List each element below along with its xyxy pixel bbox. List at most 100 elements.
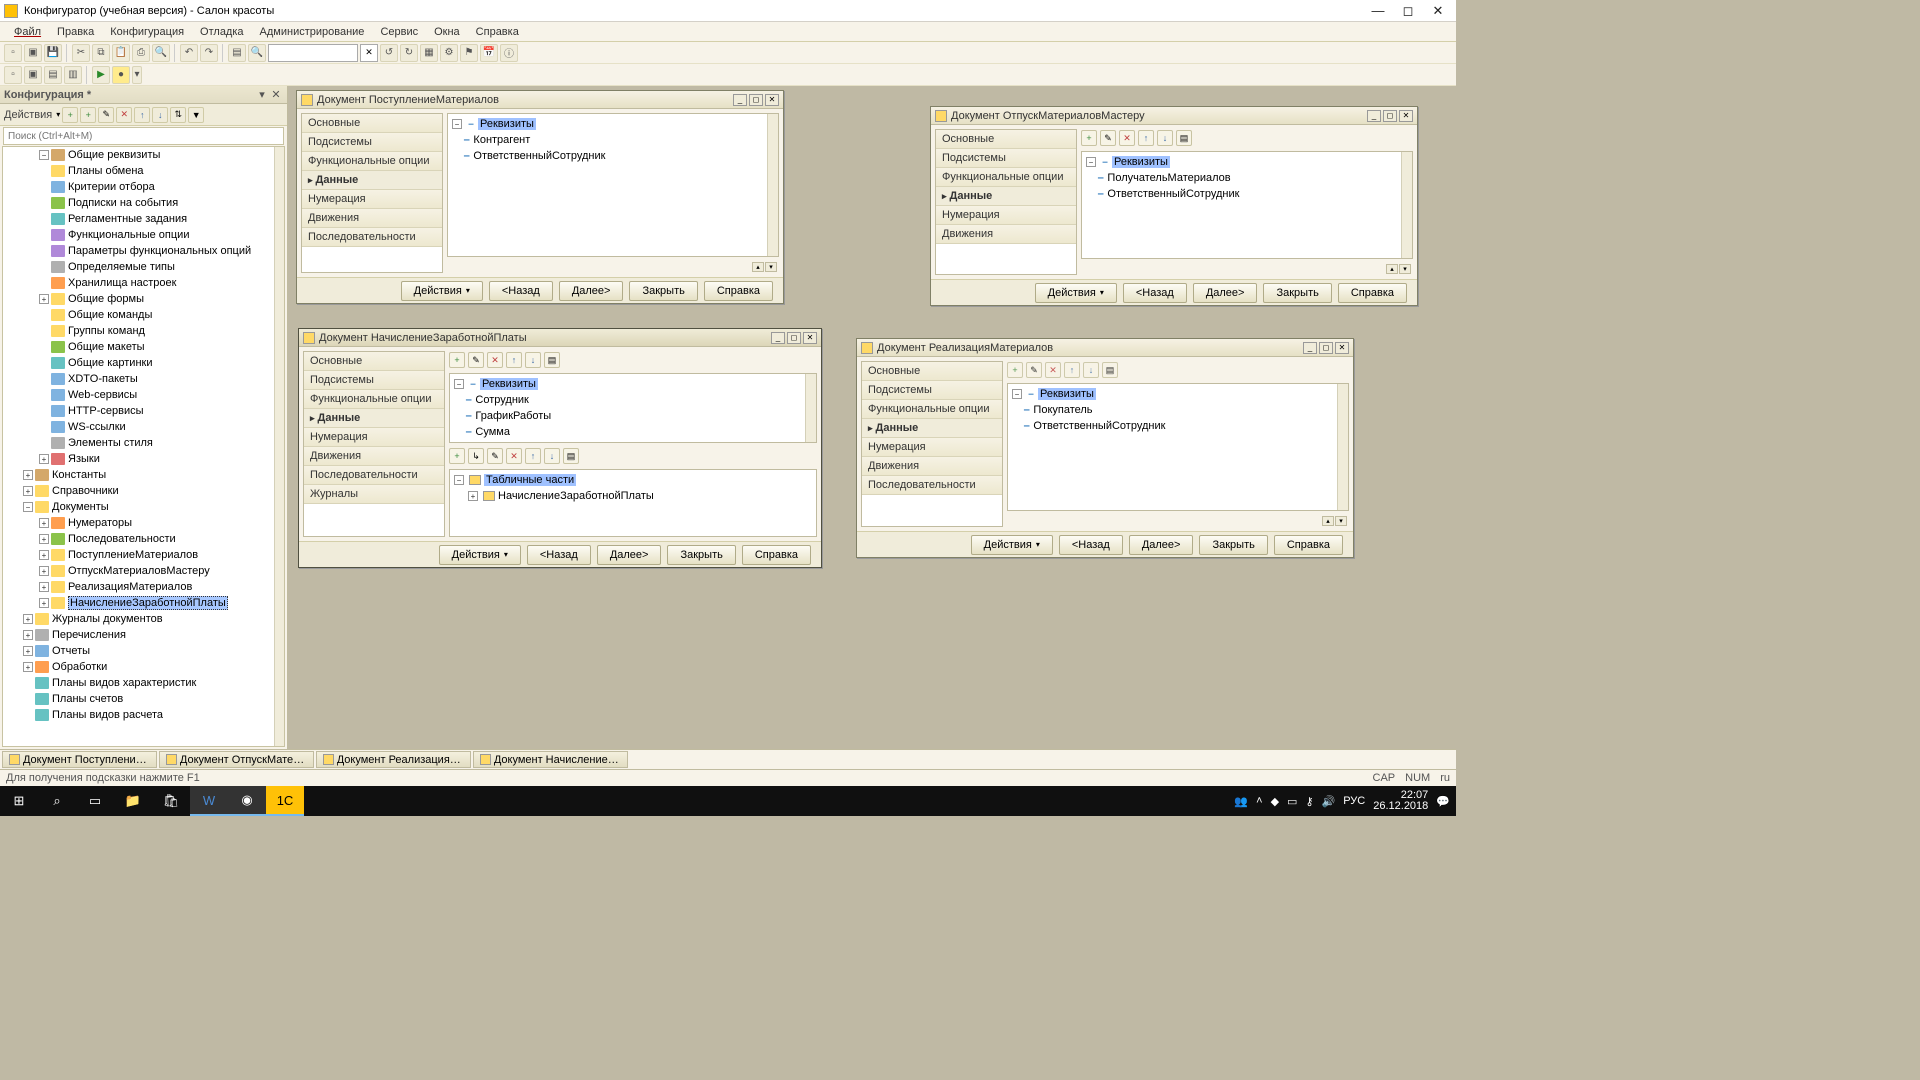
tb-search-clear-icon[interactable]: ✕ (360, 44, 378, 62)
foot-help-button[interactable]: Справка (1338, 283, 1407, 303)
foot-close-button[interactable]: Закрыть (1263, 283, 1331, 303)
child-max-icon[interactable]: ◻ (1319, 342, 1333, 354)
child-min-icon[interactable]: _ (771, 332, 785, 344)
attr-item[interactable]: ПолучательМатериалов (1098, 172, 1231, 184)
start-button[interactable]: ⊞ (0, 786, 38, 816)
foot-back-button[interactable]: <Назад (489, 281, 553, 301)
tray-people-icon[interactable]: 👥 (1234, 795, 1248, 808)
ca-add2-icon[interactable]: + (80, 107, 96, 123)
menu-edit[interactable]: Правка (49, 24, 102, 40)
tree-node[interactable]: +Последовательности (3, 531, 284, 547)
rtb-up-icon[interactable]: ↑ (1138, 130, 1154, 146)
tree-node[interactable]: +НачислениеЗаработнойПлаты (3, 595, 284, 611)
foot-back-button[interactable]: <Назад (1059, 535, 1123, 555)
attr-tree[interactable]: −━Реквизиты ПолучательМатериалов Ответст… (1081, 151, 1413, 259)
tb-search-input[interactable] (268, 44, 358, 62)
menu-service[interactable]: Сервис (372, 24, 426, 40)
expand-icon[interactable]: − (23, 502, 33, 512)
tb-nav2-icon[interactable]: ↻ (400, 44, 418, 62)
rtb-up-icon[interactable]: ↑ (506, 352, 522, 368)
cat-item[interactable]: Нумерация (302, 190, 442, 209)
tb-undo-icon[interactable]: ↶ (180, 44, 198, 62)
attr-item[interactable]: ОтветственныйСотрудник (1098, 188, 1239, 200)
config-actions-label[interactable]: Действия (4, 109, 52, 121)
menu-debug[interactable]: Отладка (192, 24, 251, 40)
cat-item[interactable]: Нумерация (304, 428, 444, 447)
ca-add-icon[interactable]: + (62, 107, 78, 123)
tree-node[interactable]: Определяемые типы (3, 259, 284, 275)
cat-item[interactable]: Функциональные опции (302, 152, 442, 171)
taskview-icon[interactable]: ▭ (76, 786, 114, 816)
tb-paste-icon[interactable]: 📋 (112, 44, 130, 62)
tree-node[interactable]: +ОтпускМатериаловМастеру (3, 563, 284, 579)
tray-volume-icon[interactable]: 🔊 (1322, 795, 1336, 808)
cat-item[interactable]: Основные (302, 114, 442, 133)
child-close-icon[interactable]: ✕ (1399, 110, 1413, 122)
collapse-icon[interactable]: − (454, 379, 464, 389)
tb2-b-icon[interactable]: ▣ (24, 66, 42, 84)
cat-item[interactable]: Движения (936, 225, 1076, 244)
child-min-icon[interactable]: _ (1303, 342, 1317, 354)
rtb-add-icon[interactable]: + (449, 352, 465, 368)
config-panel-close-icon[interactable]: ✕ (269, 88, 283, 102)
tb-calendar-icon[interactable]: 📅 (480, 44, 498, 62)
child-min-icon[interactable]: _ (1367, 110, 1381, 122)
rtb2-down-icon[interactable]: ↓ (544, 448, 560, 464)
tree-node[interactable]: +Справочники (3, 483, 284, 499)
tb-save-icon[interactable]: 💾 (44, 44, 62, 62)
child-close-icon[interactable]: ✕ (765, 94, 779, 106)
expand-icon[interactable]: + (39, 454, 49, 464)
attr-tree[interactable]: −━Реквизиты Контрагент ОтветственныйСотр… (447, 113, 779, 257)
cat-item[interactable]: Журналы (304, 485, 444, 504)
cat-item[interactable]: Подсистемы (936, 149, 1076, 168)
ca-edit-icon[interactable]: ✎ (98, 107, 114, 123)
rtb2-up-icon[interactable]: ↑ (525, 448, 541, 464)
tree-node[interactable]: +Общие формы (3, 291, 284, 307)
tray-lang[interactable]: РУС (1343, 795, 1365, 807)
attr-item[interactable]: ГрафикРаботы (466, 410, 551, 422)
collapse-icon[interactable]: − (452, 119, 462, 129)
tb-help-icon[interactable]: ⓘ (500, 44, 518, 62)
cat-item[interactable]: Подсистемы (862, 381, 1002, 400)
tree-node[interactable]: Планы видов характеристик (3, 675, 284, 691)
cat-item[interactable]: Последовательности (304, 466, 444, 485)
cat-item[interactable]: Подсистемы (304, 371, 444, 390)
tb-syntax-icon[interactable]: ⚙ (440, 44, 458, 62)
tb-cut-icon[interactable]: ✂ (72, 44, 90, 62)
scrollbar[interactable] (1337, 384, 1348, 510)
rtb-prop-icon[interactable]: ▤ (1102, 362, 1118, 378)
tray-clock[interactable]: 22:0726.12.2018 (1373, 790, 1428, 812)
cat-item[interactable]: Последовательности (302, 228, 442, 247)
ca-up-icon[interactable]: ↑ (134, 107, 150, 123)
foot-actions-button[interactable]: Действия (401, 281, 483, 301)
config-panel-pin-icon[interactable]: ▾ (255, 88, 269, 102)
tb-copy-icon[interactable]: ⧉ (92, 44, 110, 62)
tree-node[interactable]: +Языки (3, 451, 284, 467)
dock-tab[interactable]: Документ РеализацияМ... (316, 751, 471, 768)
foot-next-button[interactable]: Далее> (1129, 535, 1194, 555)
tabpart-item[interactable]: НачислениеЗаработнойПлаты (498, 490, 654, 502)
tree-node[interactable]: Регламентные задания (3, 211, 284, 227)
child-max-icon[interactable]: ◻ (1383, 110, 1397, 122)
ca-sort-icon[interactable]: ⇅ (170, 107, 186, 123)
tree-node[interactable]: HTTP-сервисы (3, 403, 284, 419)
tb-redo-icon[interactable]: ↷ (200, 44, 218, 62)
attr-tree[interactable]: −━Реквизиты Сотрудник ГрафикРаботы Сумма (449, 373, 817, 443)
ca-filter-icon[interactable]: ▼ (188, 107, 204, 123)
tray-shield-icon[interactable]: ◆ (1271, 795, 1279, 808)
tabparts-tree[interactable]: −Табличные части +НачислениеЗаработнойПл… (449, 469, 817, 537)
tree-node[interactable]: Планы обмена (3, 163, 284, 179)
child-min-icon[interactable]: _ (733, 94, 747, 106)
onec-icon[interactable]: 1C (266, 786, 304, 816)
tb-folder-icon[interactable]: ▤ (228, 44, 246, 62)
tray-up-icon[interactable]: ˄ (1256, 795, 1262, 807)
bs-up-icon[interactable]: ▴ (1322, 516, 1334, 526)
foot-back-button[interactable]: <Назад (527, 545, 591, 565)
tb-find-icon[interactable]: 🔍 (152, 44, 170, 62)
tree-node[interactable]: −Общие реквизиты (3, 147, 284, 163)
menu-config[interactable]: Конфигурация (102, 24, 192, 40)
tb-db-icon[interactable]: ▦ (420, 44, 438, 62)
tree-node[interactable]: Элементы стиля (3, 435, 284, 451)
expand-icon[interactable]: + (39, 550, 49, 560)
config-tree[interactable]: −Общие реквизитыПланы обменаКритерии отб… (2, 146, 285, 747)
